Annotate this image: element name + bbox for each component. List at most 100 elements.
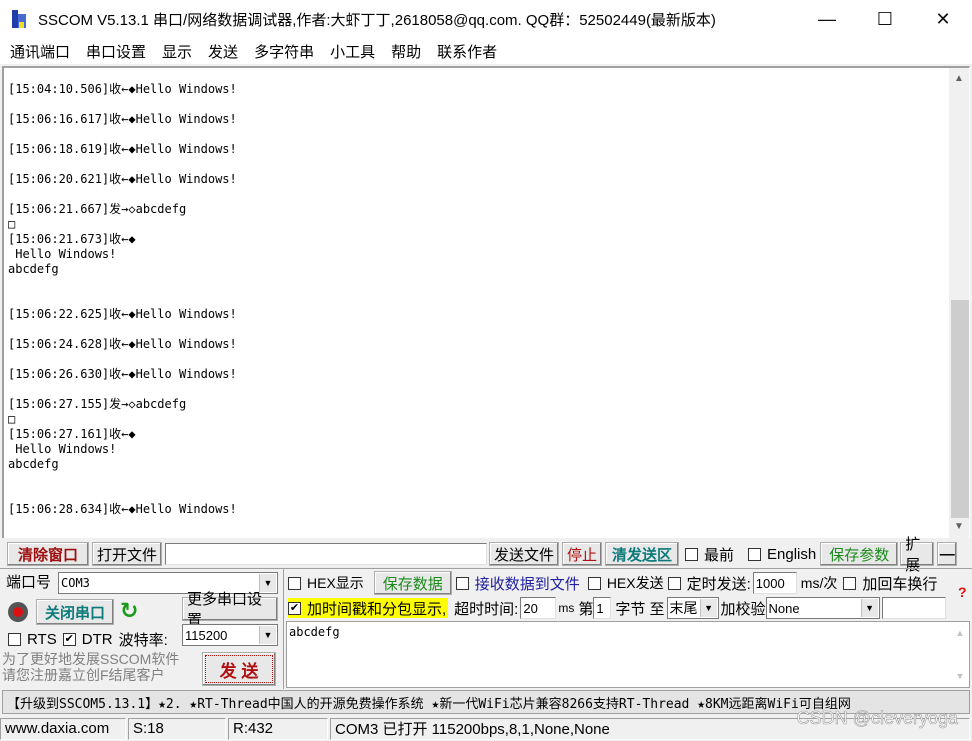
receive-log-line: [15:04:10.506]收←◆Hello Windows!	[8, 82, 237, 96]
checksum-extra-input[interactable]	[881, 597, 946, 619]
receive-log-line	[8, 487, 237, 502]
stop-button[interactable]: 停止	[562, 542, 602, 566]
send-textarea[interactable]: abcdefg ▲ ▼	[286, 621, 970, 688]
receive-log-line	[8, 322, 237, 337]
scroll-up-icon[interactable]: ▲	[949, 70, 969, 88]
timed-send-checkbox[interactable]	[667, 576, 681, 590]
status-sent-count: S:18	[128, 717, 226, 740]
app-icon	[10, 8, 32, 30]
byte-start-input[interactable]: 1	[593, 597, 612, 619]
receive-log-line: Hello Windows!	[8, 247, 117, 261]
clear-window-button[interactable]: 清除窗口	[7, 542, 89, 566]
maximize-button[interactable]: ☐	[856, 0, 914, 38]
hex-display-label: HEX显示	[307, 575, 364, 591]
receive-log-line	[8, 187, 237, 202]
receive-log-line	[8, 127, 237, 142]
receive-log: [15:04:10.506]收←◆Hello Windows! [15:06:1…	[8, 82, 237, 517]
timeout-unit-label: ms	[558, 601, 575, 615]
timeout-input[interactable]: 20	[520, 597, 557, 619]
receive-log-line: [15:06:26.630]收←◆Hello Windows!	[8, 367, 237, 381]
checksum-select[interactable]: None ▼	[765, 597, 880, 619]
menu-serial-settings[interactable]: 串口设置	[78, 41, 154, 62]
topmost-checkbox[interactable]	[685, 547, 698, 561]
options-row-2: ✔ 加时间戳和分包显示, 超时时间: 20 ms 第 1 字节 至 末尾 ▼ 加…	[288, 597, 946, 619]
receive-log-line: [15:06:21.673]收←◆	[8, 232, 136, 246]
receive-log-line: abcdefg	[8, 457, 59, 471]
menu-contact-author[interactable]: 联系作者	[429, 41, 505, 62]
scroll-thumb[interactable]	[951, 300, 969, 518]
add-crlf-checkbox[interactable]	[843, 576, 857, 590]
title-bar: SSCOM V5.13.1 串口/网络数据调试器,作者:大虾丁丁,2618058…	[0, 0, 972, 38]
send-file-button[interactable]: 发送文件	[489, 542, 559, 566]
byte-suffix-label: 字节 至	[615, 600, 665, 618]
byte-prefix-label: 第	[578, 600, 594, 618]
chevron-down-icon[interactable]: ▼	[699, 599, 717, 617]
receive-log-line	[8, 472, 237, 487]
dtr-checkbox[interactable]: ✔	[62, 633, 76, 646]
save-params-button[interactable]: 保存参数	[820, 542, 899, 566]
menu-bar: 通讯端口 串口设置 显示 发送 多字符串 小工具 帮助 联系作者	[0, 38, 972, 64]
save-data-button[interactable]: 保存数据	[373, 571, 452, 595]
menu-multi-string[interactable]: 多字符串	[246, 41, 322, 62]
timed-interval-input[interactable]: 1000	[752, 572, 797, 594]
clear-send-button[interactable]: 清发送区	[605, 542, 679, 566]
watermark: CSDN @cleveryoga	[796, 708, 958, 729]
scroll-up-icon[interactable]: ▲	[951, 628, 969, 638]
receive-log-line: [15:06:18.619]收←◆Hello Windows!	[8, 142, 237, 156]
minimize-button[interactable]: —	[798, 0, 856, 38]
file-path-input[interactable]	[165, 543, 487, 565]
receive-log-line: [15:06:21.667]发→◇abcdefg	[8, 202, 187, 216]
receive-area[interactable]: [15:04:10.506]收←◆Hello Windows! [15:06:1…	[2, 66, 970, 538]
menu-display[interactable]: 显示	[154, 41, 200, 62]
english-label: English	[767, 545, 817, 563]
timestamp-checkbox[interactable]: ✔	[288, 601, 301, 615]
rts-dtr-row: RTS ✔ DTR 波特率:	[8, 629, 168, 650]
dtr-label: DTR	[81, 631, 113, 648]
port-label: 端口号	[6, 574, 52, 591]
receive-log-line	[8, 382, 237, 397]
receive-log-line	[8, 292, 237, 307]
rts-label: RTS	[27, 631, 57, 648]
receive-log-line	[8, 157, 237, 172]
english-checkbox[interactable]	[748, 547, 762, 561]
timed-unit-label: ms/次	[800, 575, 838, 591]
add-crlf-label: 加回车换行	[862, 575, 938, 593]
receive-log-line: [15:06:27.161]收←◆	[8, 427, 136, 441]
receive-log-line: □	[8, 412, 16, 426]
help-icon[interactable]: ?	[958, 584, 967, 600]
hex-display-checkbox[interactable]	[288, 576, 301, 590]
rts-checkbox[interactable]	[8, 633, 21, 646]
refresh-icon[interactable]: ↻	[120, 598, 138, 624]
menu-comm-port[interactable]: 通讯端口	[2, 41, 78, 62]
byte-end-select[interactable]: 末尾 ▼	[666, 597, 719, 619]
receive-scrollbar[interactable]: ▲ ▼	[949, 68, 969, 538]
menu-tools[interactable]: 小工具	[322, 41, 383, 62]
expand-button[interactable]: 扩展	[900, 536, 935, 574]
status-website[interactable]: www.daxia.com	[0, 717, 126, 740]
close-button[interactable]: ✕	[914, 0, 972, 38]
scroll-down-icon[interactable]: ▼	[951, 671, 969, 681]
scroll-down-icon[interactable]: ▼	[949, 518, 969, 536]
receive-log-line: [15:06:16.617]收←◆Hello Windows!	[8, 112, 237, 126]
receive-log-line: abcdefg	[8, 262, 59, 276]
port-status-indicator-icon	[8, 602, 28, 622]
recv-to-file-checkbox[interactable]	[455, 576, 469, 590]
more-port-settings-button[interactable]: 更多串口设置	[182, 591, 278, 629]
open-file-button[interactable]: 打开文件	[92, 542, 162, 566]
timed-send-label: 定时发送:	[686, 575, 751, 593]
chevron-down-icon[interactable]: ▼	[860, 599, 878, 617]
receive-log-line: [15:06:27.155]发→◇abcdefg	[8, 397, 187, 411]
menu-send[interactable]: 发送	[200, 41, 246, 62]
status-received-count: R:432	[228, 717, 328, 740]
send-button[interactable]: 发 送	[202, 652, 276, 686]
options-row-1: HEX显示 保存数据 接收数据到文件 HEX发送 定时发送: 1000 ms/次…	[288, 571, 938, 595]
menu-help[interactable]: 帮助	[383, 41, 429, 62]
receive-log-line: [15:06:28.634]收←◆Hello Windows!	[8, 502, 237, 516]
send-scrollbar[interactable]: ▲ ▼	[951, 622, 969, 687]
recv-to-file-label[interactable]: 接收数据到文件	[475, 573, 580, 594]
collapse-button[interactable]: —	[937, 542, 958, 566]
close-port-button[interactable]: 关闭串口	[36, 599, 114, 625]
chevron-down-icon[interactable]: ▼	[259, 626, 276, 644]
hex-send-checkbox[interactable]	[587, 576, 601, 590]
baud-select[interactable]: 115200 ▼	[182, 624, 278, 646]
